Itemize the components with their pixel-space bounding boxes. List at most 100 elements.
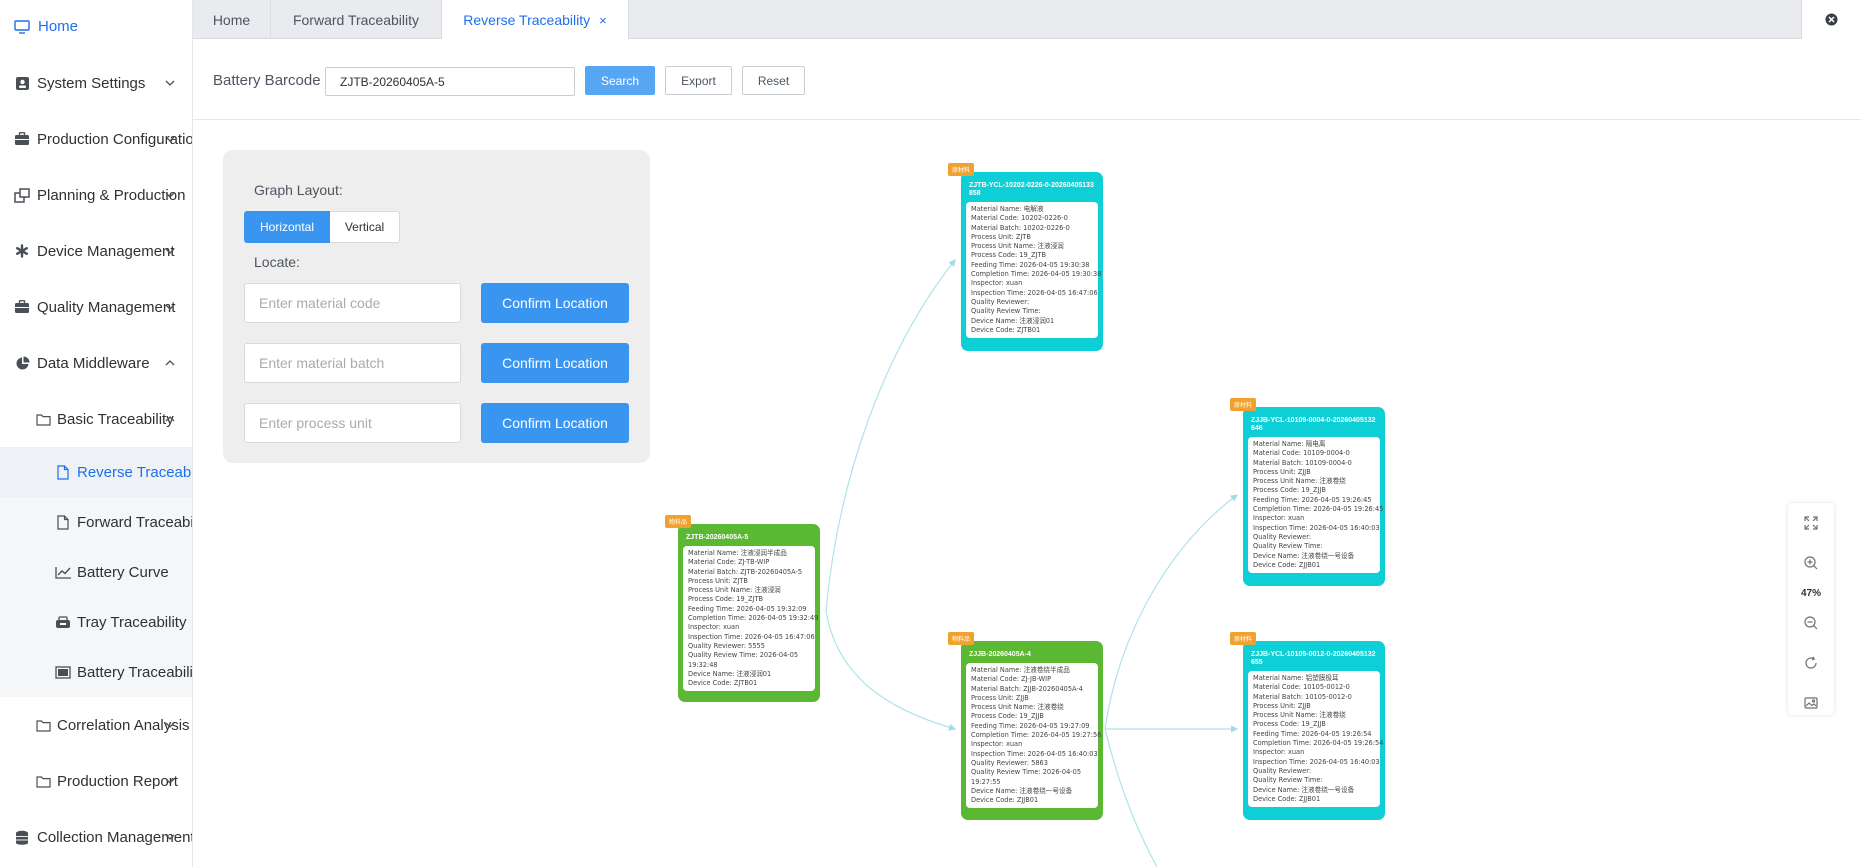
sidebar: Home System Settings Production Configur… — [0, 0, 193, 867]
node-row: Feeding Time: 2026-04-05 19:27:09 — [971, 721, 1090, 730]
node-row: Material Batch: ZJJB-20260405A-4 — [971, 684, 1083, 693]
vertical-layout-button[interactable]: Vertical — [330, 211, 400, 243]
briefcase-icon — [13, 298, 31, 316]
node-row: Device Code: ZJTB01 — [971, 325, 1041, 334]
node-row: Quality Review Time: 2026-04-05 19:27:55 — [971, 768, 1082, 786]
node-row: Feeding Time: 2026-04-05 19:30:38 — [971, 260, 1090, 269]
sidebar-item-collection-management[interactable]: Collection Management — [0, 809, 192, 865]
sidebar-item-label: Battery Curve — [77, 563, 169, 581]
node-body: Material Name: 注液卷绕半成品 Material Code: ZJ… — [966, 663, 1102, 809]
battery-barcode-label: Battery Barcode — [213, 72, 321, 89]
edge-mid-offscreen — [1104, 728, 1158, 867]
tab-reverse-traceability[interactable]: Reverse Traceability × — [442, 0, 629, 40]
sidebar-item-planning-production[interactable]: Planning & Production — [0, 167, 192, 223]
node-row: Quality Review Time: — [1253, 542, 1323, 551]
sidebar-item-correlation-analysis[interactable]: Correlation Analysis — [0, 697, 192, 753]
sidebar-item-device-management[interactable]: Device Management — [0, 223, 192, 279]
process-unit-input[interactable] — [244, 403, 461, 443]
refresh-icon — [1805, 656, 1817, 669]
sidebar-item-label: Home — [38, 18, 79, 35]
folder-icon — [34, 772, 52, 790]
sidebar-item-battery-traceability[interactable]: Battery Traceability — [0, 647, 192, 697]
tab-close-icon[interactable]: × — [599, 13, 607, 28]
sidebar-item-forward-traceability[interactable]: Forward Traceability — [0, 497, 192, 547]
sidebar-item-system-settings[interactable]: System Settings — [0, 55, 192, 111]
node-row: Device Code: ZJJB01 — [971, 796, 1039, 805]
battery-barcode-input[interactable] — [325, 67, 575, 96]
node-row: Quality Review Time: 2026-04-05 19:32:48 — [688, 651, 799, 669]
zoom-out-button[interactable] — [1788, 611, 1834, 635]
sidebar-item-basic-traceability[interactable]: Basic Traceability — [0, 391, 192, 447]
trace-node-raw-tab-film[interactable]: 原材料 ZJJB-YCL-10105-0012-0-20260405132655… — [1230, 632, 1385, 820]
node-row: Device Code: ZJJB01 — [1253, 560, 1321, 569]
confirm-location-batch-button[interactable]: Confirm Location — [481, 343, 629, 383]
node-body: Material Name: 注液浸润半成品 Material Code: ZJ… — [683, 546, 818, 692]
sidebar-item-quality-management[interactable]: Quality Management — [0, 279, 192, 335]
sidebar-item-label: Reverse Traceability — [77, 463, 192, 481]
confirm-location-unit-button[interactable]: Confirm Location — [481, 403, 629, 443]
zoom-in-button[interactable] — [1788, 551, 1834, 575]
chevron-up-icon — [165, 360, 175, 366]
material-code-input[interactable] — [244, 283, 461, 323]
search-button[interactable]: Search — [585, 66, 655, 95]
node-body: Material Name: 铝塑膜极耳 Material Code: 1010… — [1248, 671, 1384, 808]
node-row: Completion Time: 2026-04-05 19:26:54 — [1253, 739, 1384, 748]
node-row: Feeding Time: 2026-04-05 19:26:45 — [1253, 495, 1372, 504]
confirm-location-code-button[interactable]: Confirm Location — [481, 283, 629, 323]
horizontal-layout-button[interactable]: Horizontal — [244, 211, 330, 243]
edge-root-mid — [825, 610, 957, 731]
chevron-down-icon — [165, 722, 175, 728]
trace-node-raw-electrolyte[interactable]: 原材料 ZJTB-YCL-10202-0226-0-20260405133858… — [948, 163, 1103, 351]
node-row: Device Code: ZJJB01 — [1253, 794, 1321, 803]
reset-button[interactable]: Reset — [742, 66, 805, 95]
sidebar-item-reverse-traceability[interactable]: Reverse Traceability — [0, 447, 192, 497]
node-type-tag: 物料品 — [948, 632, 975, 645]
graph-control-panel: Graph Layout: Horizontal Vertical Locate… — [223, 150, 650, 463]
sidebar-item-battery-curve[interactable]: Battery Curve — [0, 547, 192, 597]
tab-home[interactable]: Home — [193, 0, 271, 39]
tab-label: Home — [212, 11, 251, 28]
trace-node-root[interactable]: 物料品 ZJTB-20260405A-5 Material Name: 注液浸润… — [665, 515, 820, 702]
trace-node-winding[interactable]: 物料品 ZJJB-20260405A-4 Material Name: 注液卷绕… — [948, 632, 1103, 820]
node-type-tag: 物料品 — [665, 515, 692, 528]
node-row: Process Code: 19_ZJJB — [1253, 720, 1326, 729]
reset-view-button[interactable] — [1788, 651, 1834, 675]
node-row: Process Code: 19_ZJTB — [971, 251, 1047, 260]
sidebar-item-production-report[interactable]: Production Report — [0, 753, 192, 809]
fit-view-button[interactable] — [1788, 511, 1834, 535]
sidebar-item-label: Tray Traceability — [77, 613, 187, 631]
export-button[interactable]: Export — [665, 66, 732, 95]
node-row: Process Code: 19_ZJJB — [1253, 486, 1326, 495]
sidebar-item-production-configuration[interactable]: Production Configuration — [0, 111, 192, 167]
node-row: Device Name: 注液浸润01 — [688, 669, 772, 678]
sidebar-item-label: Forward Traceability — [77, 513, 192, 531]
node-title: ZJTB-YCL-10202-0226-0-20260405133858 — [969, 182, 1094, 197]
material-batch-input[interactable] — [244, 343, 461, 383]
node-row: Inspection Time: 2026-04-05 16:40:03 — [971, 749, 1098, 758]
tab-forward-traceability[interactable]: Forward Traceability — [271, 0, 442, 39]
node-title: ZJJB-YCL-10109-0004-0-20260405132646 — [1251, 417, 1376, 432]
chevron-down-icon — [165, 136, 175, 142]
node-row: Quality Review Time: — [1253, 776, 1323, 785]
document-icon — [54, 513, 72, 531]
sidebar-item-tray-traceability[interactable]: Tray Traceability — [0, 597, 192, 647]
tray-icon — [54, 613, 72, 631]
sidebar-item-label: Data Middleware — [37, 354, 150, 372]
sidebar-item-label: Quality Management — [37, 298, 176, 316]
node-row: Device Name: 注液卷绕一号设备 — [1253, 785, 1355, 794]
node-row: Inspection Time: 2026-04-05 16:47:06 — [971, 288, 1098, 297]
sidebar-item-data-middleware[interactable]: Data Middleware — [0, 335, 192, 391]
node-row: Quality Reviewer: — [1253, 532, 1312, 541]
node-row: Material Name: 电解液 — [971, 205, 1044, 213]
node-row: Process Unit: ZJJB — [971, 693, 1029, 702]
close-circle-icon — [1825, 13, 1838, 26]
close-all-tabs-button[interactable] — [1801, 0, 1861, 39]
sidebar-item-home[interactable]: Home — [0, 0, 192, 53]
download-image-button[interactable] — [1788, 691, 1834, 715]
trace-node-raw-separator[interactable]: 原材料 ZJJB-YCL-10109-0004-0-20260405132646… — [1230, 398, 1385, 586]
node-row: Inspector: xuan — [971, 279, 1023, 288]
node-row: Quality Reviewer: 5555 — [688, 641, 765, 650]
node-row: Completion Time: 2026-04-05 19:27:56 — [971, 731, 1102, 740]
node-type-tag: 原材料 — [1230, 632, 1257, 645]
node-row: Inspection Time: 2026-04-05 16:47:06 — [688, 632, 815, 641]
